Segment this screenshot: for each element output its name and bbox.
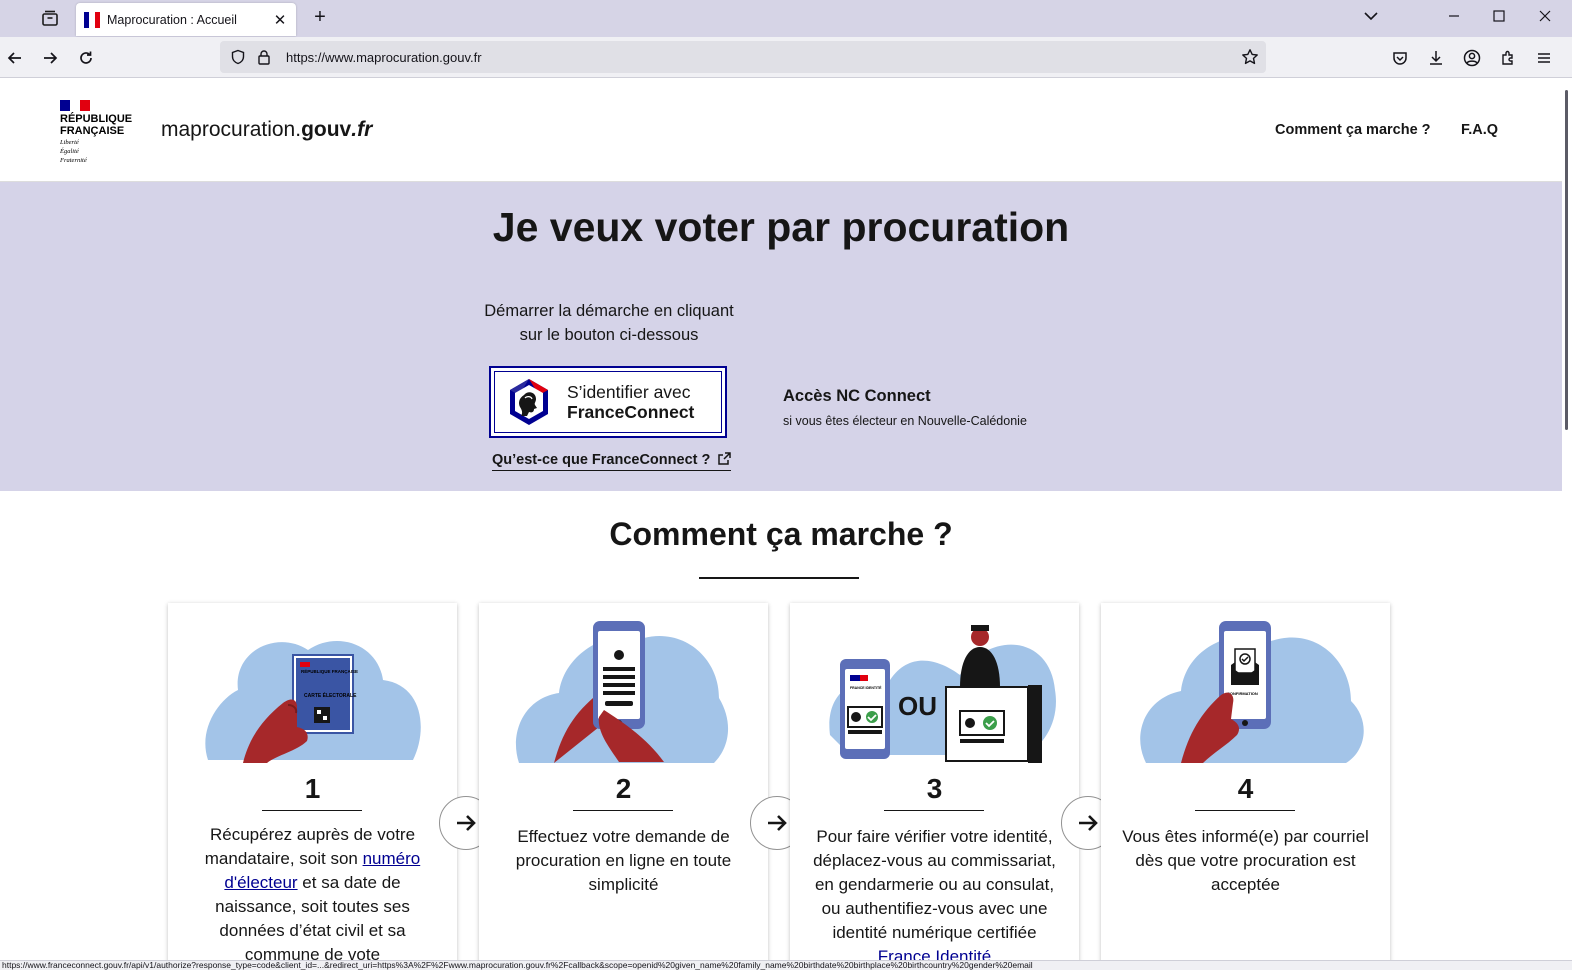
franceconnect-logo-icon [510, 379, 548, 425]
tab-title: Maprocuration : Accueil [107, 12, 237, 27]
marianne-flag-icon [60, 100, 90, 111]
logo-line-2: FRANÇAISE [60, 124, 125, 137]
arrow-right-icon [457, 815, 476, 831]
arrow-right-icon [768, 815, 787, 831]
url-text[interactable]: https://www.maprocuration.gouv.fr [286, 50, 482, 65]
hero-subtitle: Démarrer la démarche en cliquant sur le … [460, 299, 758, 347]
card-label-2: CARTE ÉLECTORALE [304, 691, 357, 699]
close-tab-icon[interactable]: ✕ [272, 12, 288, 29]
site-name-gouv: gouv [301, 118, 352, 141]
france-identite-link[interactable]: France Identité [878, 947, 991, 960]
pocket-icon[interactable] [1387, 45, 1413, 71]
reload-icon[interactable] [73, 45, 99, 71]
franceconnect-button[interactable]: S’identifier avec FranceConnect [489, 366, 727, 438]
online-request-illustration [515, 621, 729, 763]
nc-connect-subtitle: si vous êtes électeur en Nouvelle-Calédo… [783, 414, 1027, 428]
section-divider [699, 577, 859, 579]
how-it-works-title: Comment ça marche ? [609, 516, 953, 552]
step-text-2: Effectuez votre demande de procuration e… [515, 827, 732, 894]
step-card-1: RÉPUBLIQUE FRANÇAISE CARTE ÉLECTORALE 1 … [168, 603, 457, 960]
browser-tab-bar: Maprocuration : Accueil ✕ + [0, 0, 1572, 37]
hero-section: Je veux voter par procuration Démarrer l… [0, 182, 1562, 491]
arrow-right-icon [1079, 815, 1098, 831]
scrollbar-thumb[interactable] [1565, 90, 1568, 430]
franceconnect-label-line-2: FranceConnect [567, 402, 695, 422]
account-icon[interactable] [1459, 45, 1485, 71]
lock-icon[interactable] [254, 47, 274, 67]
voter-card-illustration: RÉPUBLIQUE FRANÇAISE CARTE ÉLECTORALE [205, 641, 421, 763]
step-number-2: 2 [615, 773, 632, 804]
browser-tab-active[interactable]: Maprocuration : Accueil ✕ [76, 3, 296, 36]
list-all-tabs-icon[interactable] [1356, 4, 1386, 28]
page-scrollbar[interactable] [1562, 78, 1572, 960]
step-text-1: Récupérez auprès de votre mandataire, so… [192, 823, 433, 960]
identity-check-illustration: FRANCE IDENTITÉ OU [829, 625, 1056, 763]
step-number-4: 4 [1237, 773, 1254, 804]
hero-subtitle-line-2: sur le bouton ci-dessous [519, 326, 699, 344]
status-url: https://www.franceconnect.gouv.fr/api/v1… [2, 960, 1033, 970]
close-window-icon[interactable] [1530, 4, 1560, 28]
step-divider-3 [884, 810, 984, 811]
step-card-2: 2 Effectuez votre demande de procuration… [479, 603, 768, 960]
external-link-icon [718, 452, 732, 465]
minimize-icon[interactable] [1439, 4, 1469, 28]
republique-francaise-logo[interactable]: RÉPUBLIQUE FRANÇAISE Liberté Égalité Fra… [60, 100, 133, 164]
shield-icon[interactable] [228, 47, 248, 67]
nav-how-it-works-link[interactable]: Comment ça marche ? [1275, 122, 1431, 138]
step-divider-2 [573, 810, 673, 811]
new-tab-icon[interactable]: + [308, 5, 332, 29]
franceconnect-button-inner: S’identifier avec FranceConnect [494, 371, 722, 433]
star-icon[interactable] [1240, 47, 1260, 67]
site-name-main: maprocuration. [161, 118, 302, 141]
step-card-4: CONFIRMATION 4 Vous êtes informé(e) par … [1101, 603, 1390, 960]
motto-line-2: Égalité [60, 148, 79, 155]
site-name[interactable]: maprocuration.gouv.fr [161, 118, 372, 142]
nav-faq-link[interactable]: F.A.Q [1461, 122, 1498, 138]
step-text-4: Vous êtes informé(e) par courriel dès qu… [1122, 827, 1369, 894]
browser-nav-bar: https://www.maprocuration.gouv.fr [0, 37, 1572, 78]
menu-icon[interactable] [1531, 45, 1557, 71]
page-content: RÉPUBLIQUE FRANÇAISE Liberté Égalité Fra… [0, 78, 1562, 960]
or-label: OU [898, 691, 937, 721]
step-card-3: FRANCE IDENTITÉ OU 3 Pour faire vérifier… [790, 603, 1079, 960]
site-name-fr: .fr [351, 118, 373, 141]
hero-subtitle-line-1: Démarrer la démarche en cliquant [484, 302, 734, 320]
what-is-franceconnect-text: Qu’est-ce que FranceConnect ? [492, 452, 711, 468]
download-icon[interactable] [1423, 45, 1449, 71]
site-header: RÉPUBLIQUE FRANÇAISE Liberté Égalité Fra… [0, 78, 1562, 182]
extensions-icon[interactable] [1495, 45, 1521, 71]
phone-label-3: FRANCE IDENTITÉ [850, 685, 882, 690]
logo-line-1: RÉPUBLIQUE [60, 113, 133, 125]
status-bar: https://www.franceconnect.gouv.fr/api/v1… [0, 960, 1572, 970]
step-number-3: 3 [926, 773, 943, 804]
step-number-1: 1 [304, 773, 321, 804]
step-3-text: Pour faire vérifier votre identité, dépl… [813, 827, 1056, 942]
confirmation-email-illustration: CONFIRMATION [1140, 621, 1364, 763]
step-divider-4 [1195, 810, 1295, 811]
nc-connect-link[interactable]: Accès NC Connect [783, 387, 931, 406]
what-is-franceconnect-link[interactable]: Qu’est-ce que FranceConnect ? [492, 452, 732, 471]
franceconnect-button-label: S’identifier avec FranceConnect [567, 382, 694, 422]
arrow-left-icon[interactable] [2, 45, 28, 71]
motto-line-1: Liberté [60, 139, 79, 146]
arrow-right-icon[interactable] [37, 45, 63, 71]
step-divider-1 [262, 810, 362, 811]
step-text-3: Pour faire vérifier votre identité, dépl… [810, 825, 1059, 960]
tab-favicon-icon [84, 11, 100, 28]
maximize-icon[interactable] [1484, 4, 1514, 28]
hero-title: Je veux voter par procuration [492, 204, 1070, 250]
motto-line-3: Fraternité [60, 157, 87, 164]
franceconnect-label-line-1: S’identifier avec [567, 382, 691, 402]
tab-list-icon[interactable] [36, 6, 64, 30]
url-bar[interactable]: https://www.maprocuration.gouv.fr [220, 41, 1266, 73]
card-label-1: RÉPUBLIQUE FRANÇAISE [301, 667, 358, 674]
